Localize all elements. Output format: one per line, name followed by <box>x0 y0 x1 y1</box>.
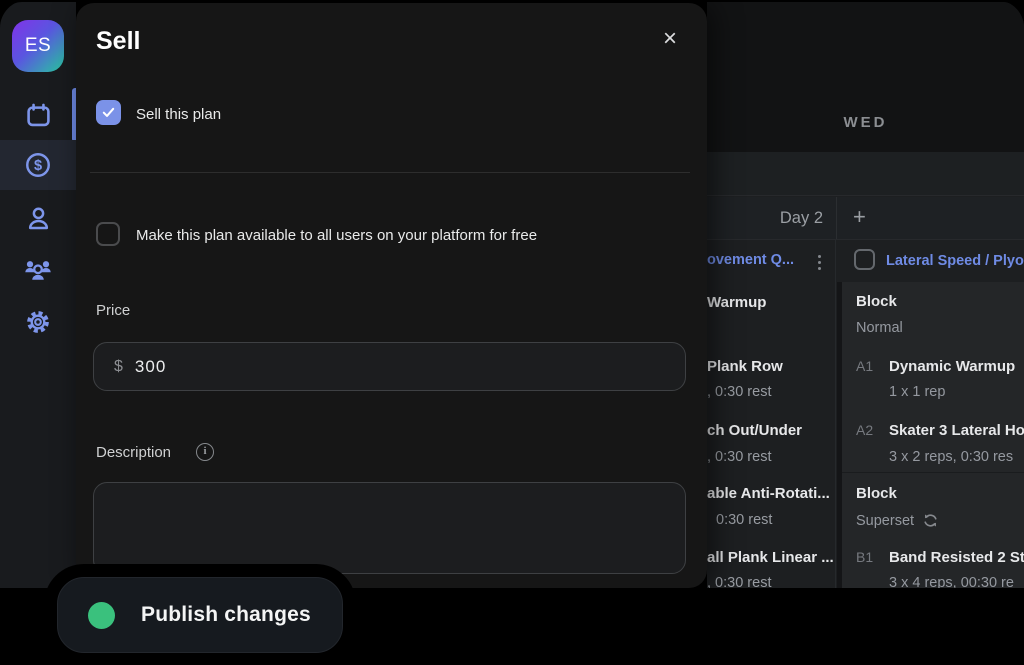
exercise-detail: 3 x 2 reps, 0:30 res <box>889 449 1013 465</box>
workout-title-link[interactable]: ovement Q... <box>707 252 794 268</box>
day-column-label[interactable]: Day 2 <box>707 197 836 239</box>
weekday-header-band: WED <box>707 2 1024 152</box>
avatar[interactable]: ES <box>12 20 64 72</box>
exercise-detail: , 0:30 rest <box>707 449 771 465</box>
price-input[interactable] <box>135 357 535 377</box>
exercise-detail: 3 x 4 reps, 00:30 re <box>889 575 1014 588</box>
info-icon[interactable]: i <box>196 443 214 461</box>
exercise-name: ch Out/Under <box>707 422 802 439</box>
svg-text:$: $ <box>34 158 42 174</box>
workout-title-link[interactable]: Lateral Speed / Plyo <box>886 253 1024 269</box>
workout-column-lateral-speed: Lateral Speed / Plyo Block Normal A1Dyna… <box>837 240 1024 588</box>
dollar-icon: $ <box>24 151 52 179</box>
sidebar-item-settings[interactable] <box>0 297 76 347</box>
exercise-detail: 1 x 1 rep <box>889 384 945 400</box>
planner-content: ovement Q... Warmup Plank Row , 0:30 res… <box>707 240 1024 588</box>
block-type-label: Superset <box>856 513 914 529</box>
exercise-row: A1Dynamic Warmup <box>856 358 1015 375</box>
block-type-superset: Superset <box>856 512 939 529</box>
exercise-detail: , 0:30 rest <box>707 384 771 400</box>
divider <box>90 172 690 173</box>
check-icon <box>101 105 116 120</box>
sidebar-item-calendar[interactable] <box>0 90 76 140</box>
exercise-name: able Anti-Rotati... <box>707 485 830 502</box>
exercise-name: Plank Row <box>707 358 783 375</box>
app-window: WED Day 2 + ovement Q... Warmup Plank Ro… <box>0 0 1024 665</box>
block-header: Block <box>856 293 897 310</box>
sidebar-item-sell[interactable]: $ <box>0 140 76 190</box>
exercise-name: Skater 3 Lateral Hop <box>889 422 1024 439</box>
exercise-order-label: A2 <box>856 422 889 438</box>
modal-title: Sell <box>96 27 140 56</box>
kebab-menu-icon[interactable] <box>816 253 823 272</box>
sidebar: ES $ <box>0 2 76 588</box>
calendar-icon <box>25 102 52 129</box>
currency-symbol: $ <box>114 358 123 376</box>
exercise-order-label: B1 <box>856 549 889 565</box>
people-icon <box>23 254 53 284</box>
exercise-row: B1Band Resisted 2 Step <box>856 549 1024 566</box>
weekday-label: WED <box>707 114 1024 131</box>
free-plan-checkbox[interactable] <box>96 222 120 246</box>
toolbar-band <box>707 152 1024 196</box>
publish-changes-label: Publish changes <box>141 603 311 627</box>
description-textarea[interactable] <box>93 482 686 574</box>
close-icon[interactable]: × <box>659 23 681 55</box>
exercise-detail: , 0:30 rest <box>707 575 771 588</box>
sell-this-plan-checkbox[interactable] <box>96 100 121 125</box>
exercise-name: all Plank Linear ... <box>707 549 834 566</box>
day-columns-header: Day 2 + <box>707 197 1024 240</box>
sidebar-item-clients[interactable] <box>0 244 76 294</box>
price-field[interactable]: $ <box>93 342 686 391</box>
price-label: Price <box>96 302 130 319</box>
sidebar-item-profile[interactable] <box>0 193 76 243</box>
exercise-order-label: A1 <box>856 358 889 374</box>
column-divider <box>836 197 837 239</box>
workout-column-header: Lateral Speed / Plyo <box>837 240 1024 282</box>
exercise-row: A2Skater 3 Lateral Hop <box>856 422 1024 439</box>
block-type: Normal <box>856 320 903 336</box>
sell-modal: Sell × Sell this plan Make this plan ava… <box>76 3 707 588</box>
publish-changes-button[interactable]: Publish changes <box>57 577 343 653</box>
workout-select-checkbox[interactable] <box>854 249 875 270</box>
exercise-name: Band Resisted 2 Step <box>889 549 1024 566</box>
add-day-button[interactable]: + <box>843 197 876 239</box>
exercise-name: Dynamic Warmup <box>889 358 1015 375</box>
description-label: Description <box>96 444 171 461</box>
block-header: Block <box>856 485 897 502</box>
free-plan-label: Make this plan available to all users on… <box>136 227 537 244</box>
cycle-icon <box>922 512 939 529</box>
exercise-detail: 0:30 rest <box>716 512 772 528</box>
status-dot-icon <box>88 602 115 629</box>
sell-this-plan-label: Sell this plan <box>136 106 221 123</box>
workout-detail-panel: Block Normal A1Dynamic Warmup 1 x 1 rep … <box>837 282 1024 588</box>
person-icon <box>25 205 52 232</box>
exercise-name: Warmup <box>707 294 766 311</box>
workout-column-day2: ovement Q... Warmup Plank Row , 0:30 res… <box>707 240 836 588</box>
planner-background: WED Day 2 + ovement Q... Warmup Plank Ro… <box>707 2 1024 588</box>
gear-icon <box>24 308 52 336</box>
block-separator <box>842 472 1024 473</box>
